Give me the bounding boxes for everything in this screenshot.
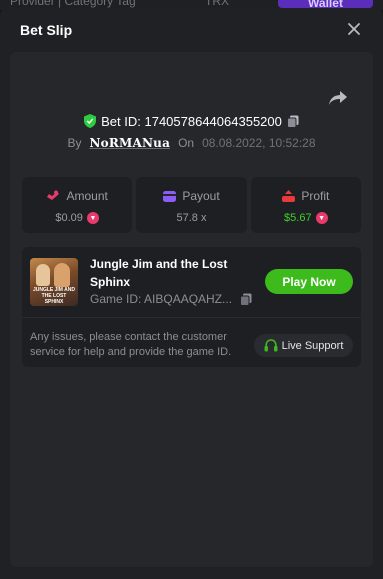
- live-support-label: Live Support: [281, 339, 344, 352]
- backdrop-currency: TRX: [205, 0, 229, 8]
- game-thumbnail[interactable]: JUNGLE JIM AND THE LOST SPHINX: [30, 258, 78, 306]
- share-icon: [329, 91, 347, 105]
- on-label: On: [178, 136, 195, 150]
- backdrop-breadcrumb: Provider | Category Tag: [10, 0, 136, 8]
- profit-icon: [282, 190, 296, 202]
- bet-slip-modal: Bet Slip Bet ID: 1740578644064355200 By …: [0, 8, 383, 579]
- game-id-row: Game ID: AIBQAAQAHZ...: [90, 292, 252, 306]
- bet-id: Bet ID: 1740578644064355200: [101, 113, 282, 129]
- stat-amount: Amount $0.09 ▼: [22, 177, 133, 233]
- trx-coin-icon: ▼: [86, 212, 99, 224]
- close-button[interactable]: [345, 20, 363, 38]
- stat-amount-label: Amount: [66, 189, 108, 203]
- bet-detail-panel: Bet ID: 1740578644064355200 By NoRMANua …: [10, 52, 373, 567]
- game-title[interactable]: Jungle Jim and the Lost Sphinx: [90, 255, 250, 291]
- bet-id-row: Bet ID: 1740578644064355200: [10, 112, 373, 130]
- shield-check-icon: [84, 114, 97, 128]
- modal-title: Bet Slip: [20, 22, 73, 38]
- stat-payout-label: Payout: [182, 189, 220, 203]
- backdrop-wallet-button: Wallet: [278, 0, 373, 10]
- close-icon: [348, 23, 360, 35]
- stat-profit-value: $5.67: [284, 212, 312, 224]
- modal-header: Bet Slip: [0, 8, 383, 52]
- support-text: Any issues, please contact the customer …: [30, 331, 232, 358]
- copy-icon[interactable]: [286, 115, 299, 128]
- game-id: Game ID: AIBQAAQAHZ...: [90, 292, 233, 306]
- headset-icon: [264, 339, 278, 352]
- stat-profit-label: Profit: [301, 189, 330, 203]
- coins-icon: [47, 190, 60, 200]
- stat-profit: Profit $5.67 ▼: [250, 177, 361, 233]
- stat-payout-value: 57.8 x: [176, 212, 207, 224]
- by-label: By: [67, 136, 82, 150]
- wallet-icon: [163, 190, 177, 202]
- trx-coin-icon: ▼: [315, 212, 328, 224]
- copy-icon[interactable]: [240, 293, 252, 306]
- share-button[interactable]: [327, 88, 349, 108]
- game-thumbnail-text: JUNGLE JIM AND THE LOST SPHINX: [32, 287, 76, 305]
- username-link[interactable]: NoRMANua: [89, 136, 170, 150]
- stat-amount-value: $0.09: [55, 212, 83, 224]
- bet-timestamp: 08.08.2022, 10:52:28: [202, 136, 316, 150]
- play-now-button[interactable]: Play Now: [265, 269, 353, 294]
- live-support-button[interactable]: Live Support: [254, 334, 353, 357]
- divider: [22, 317, 361, 318]
- bet-meta-row: By NoRMANua On 08.08.2022, 10:52:28: [10, 134, 373, 152]
- bet-stats: Amount $0.09 ▼ Payout 57.8 x Profit $5.6…: [22, 177, 361, 233]
- game-card: JUNGLE JIM AND THE LOST SPHINX Jungle Ji…: [22, 247, 361, 367]
- stat-payout: Payout 57.8 x: [136, 177, 247, 233]
